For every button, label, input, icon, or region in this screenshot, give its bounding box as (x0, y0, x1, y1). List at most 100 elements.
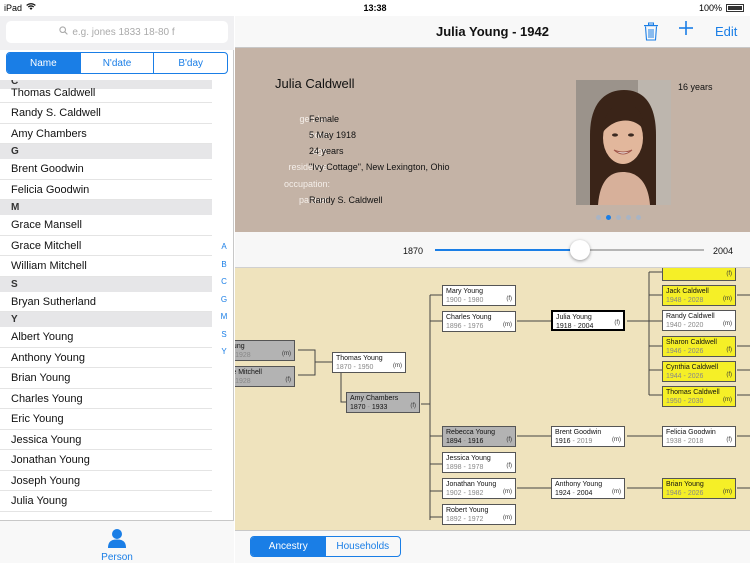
residence-value: "Ivy Cottage", New Lexington, Ohio (309, 162, 450, 172)
tree-node[interactable]: Young8 - 1928(m) (235, 340, 295, 361)
born-value: 5 May 1918 (309, 130, 357, 140)
search-input[interactable]: e.g. jones 1833 18-80 f (6, 21, 228, 43)
tree-node[interactable]: Thomas Caldwell 1950 - 2030 (m) (662, 386, 736, 407)
sort-tab-name[interactable]: Name (7, 53, 81, 73)
list-item[interactable]: Grace Mitchell (0, 236, 212, 256)
tab-households[interactable]: Households (326, 537, 401, 556)
tree-node[interactable]: Brent Goodwin 1916 - 2019 (m) (551, 426, 625, 447)
list-item[interactable]: Anthony Young (0, 348, 212, 368)
search-placeholder: e.g. jones 1833 18-80 f (72, 26, 175, 38)
tree-node[interactable]: Amy Chambers 1870 - 1933 (f) (346, 392, 420, 413)
tab-person-label: Person (101, 552, 133, 563)
list-item[interactable]: Eric Young (0, 409, 212, 430)
tab-person[interactable]: Person (92, 527, 142, 563)
tree-node[interactable]: Sharon Caldwell 1946 - 2026 (f) (662, 336, 736, 357)
family-tree: Young8 - 1928(m) ace Mitchell8 - 1928(f)… (235, 268, 750, 530)
clock: 13:38 (363, 3, 387, 13)
detail-pane: Julia Young - 1942 Edit Julia Caldwell g… (235, 16, 750, 563)
list-item[interactable]: Thomas Caldwell (0, 88, 212, 103)
section-index[interactable]: A B C G M S Y (218, 238, 230, 361)
timeline-max-label: 2004 (713, 246, 734, 256)
index-letter[interactable]: B (218, 256, 230, 274)
delete-button[interactable] (643, 22, 659, 44)
gender-value: Female (309, 114, 340, 124)
tree-node-selected[interactable]: Julia Young 1918 - 2004 (f) (551, 310, 625, 331)
section-header: M (0, 200, 212, 215)
tree-node[interactable]: Thomas Young 1870 - 1950 (m) (332, 352, 406, 373)
tree-node[interactable]: Brian Young 1946 - 2026 (m) (662, 478, 736, 499)
page-dot (626, 215, 631, 220)
tab-bar: Person (0, 520, 234, 563)
battery-percent: 100% (698, 3, 722, 13)
edit-button[interactable]: Edit (715, 24, 737, 39)
timeline-bar: 1870 2004 (235, 232, 750, 268)
page-dot (636, 215, 641, 220)
tree-node[interactable]: Rebecca Young 1894 - 1916 (f) (442, 426, 516, 447)
search-bar: e.g. jones 1833 18-80 f (0, 16, 234, 50)
status-bar: iPad 13:38 100% (0, 0, 750, 16)
tree-node[interactable]: Randy Caldwell 1940 - 2020 (m) (662, 310, 736, 331)
list-item[interactable]: Bryan Sutherland (0, 292, 212, 312)
person-detail-card: Julia Caldwell gender: Female born: 5 Ma… (235, 48, 750, 232)
photo-age-label: 16 years (678, 82, 713, 92)
index-letter[interactable]: C (218, 273, 230, 291)
tree-node[interactable]: Mary Young 1900 - 1980 (f) (442, 285, 516, 306)
section-header: S (0, 276, 212, 292)
sort-tab-bday[interactable]: B'day (154, 53, 227, 73)
list-item[interactable]: Brent Goodwin (0, 159, 212, 180)
tree-node[interactable]: 1952 - 2032(f) (662, 268, 736, 281)
page-dot (596, 215, 601, 220)
tab-ancestry[interactable]: Ancestry (251, 537, 326, 556)
list-item[interactable]: Jessica Young (0, 430, 212, 450)
index-letter[interactable]: Y (218, 343, 230, 361)
index-letter[interactable]: M (218, 308, 230, 326)
people-list: C Thomas Caldwell Randy S. Caldwell Amy … (0, 80, 212, 520)
view-toolbar: Ancestry Households (235, 530, 750, 563)
view-segmented-control: Ancestry Households (250, 536, 401, 557)
nav-bar: Julia Young - 1942 Edit (235, 16, 750, 48)
partner-value[interactable]: Randy S. Caldwell (309, 195, 383, 205)
timeline-slider-thumb[interactable] (569, 240, 590, 260)
list-item[interactable]: Jonathan Young (0, 450, 212, 471)
tree-node[interactable]: Felicia Goodwin 1938 - 2018 (f) (662, 426, 736, 447)
tree-node[interactable]: Jack Caldwell 1948 - 2028 (m) (662, 285, 736, 306)
index-letter[interactable]: A (218, 238, 230, 256)
tree-node[interactable]: Robert Young 1892 - 1972 (m) (442, 504, 516, 525)
page-dot (616, 215, 621, 220)
section-header: Y (0, 312, 212, 327)
tree-node[interactable]: Cynthia Caldwell 1944 - 2026 (f) (662, 361, 736, 382)
list-item[interactable]: Randy S. Caldwell (0, 103, 212, 124)
search-icon (59, 26, 69, 38)
list-item[interactable]: William Mitchell (0, 256, 212, 277)
photo-page-indicator[interactable] (596, 215, 641, 220)
list-item[interactable]: Joseph Young (0, 471, 212, 491)
index-letter[interactable]: S (218, 326, 230, 344)
tree-node[interactable]: Jonathan Young 1902 - 1982 (m) (442, 478, 516, 499)
age-value: 24 years (309, 146, 344, 156)
list-item[interactable]: Charles Young (0, 389, 212, 409)
battery-icon (726, 4, 744, 12)
list-item[interactable]: Brian Young (0, 368, 212, 389)
timeline-slider-fill (435, 249, 580, 251)
add-button[interactable] (678, 20, 694, 39)
section-header: G (0, 144, 212, 159)
page-title: Julia Young - 1942 (436, 24, 549, 39)
list-item[interactable]: Julia Young (0, 491, 212, 512)
list-item[interactable]: Felicia Goodwin (0, 180, 212, 200)
occupation-label: occupation: (283, 179, 330, 189)
sort-tab-ndate[interactable]: N'date (81, 53, 155, 73)
list-item[interactable]: Amy Chambers (0, 124, 212, 144)
list-item[interactable]: Albert Young (0, 327, 212, 348)
tree-node[interactable]: Charles Young 1896 - 1976 (m) (442, 311, 516, 332)
tree-node[interactable]: Anthony Young 1924 - 2004 (m) (551, 478, 625, 499)
trash-icon (643, 22, 659, 44)
list-item[interactable]: Grace Mansell (0, 215, 212, 236)
tree-node[interactable]: ace Mitchell8 - 1928(f) (235, 366, 295, 387)
index-letter[interactable]: G (218, 291, 230, 309)
tree-node[interactable]: Jessica Young 1898 - 1978 (f) (442, 452, 516, 473)
people-list-pane: e.g. jones 1833 18-80 f Name N'date B'da… (0, 16, 234, 563)
person-name: Julia Caldwell (275, 76, 355, 91)
person-photo[interactable] (576, 80, 671, 205)
timeline-min-label: 1870 (403, 246, 424, 256)
person-icon (92, 527, 142, 552)
